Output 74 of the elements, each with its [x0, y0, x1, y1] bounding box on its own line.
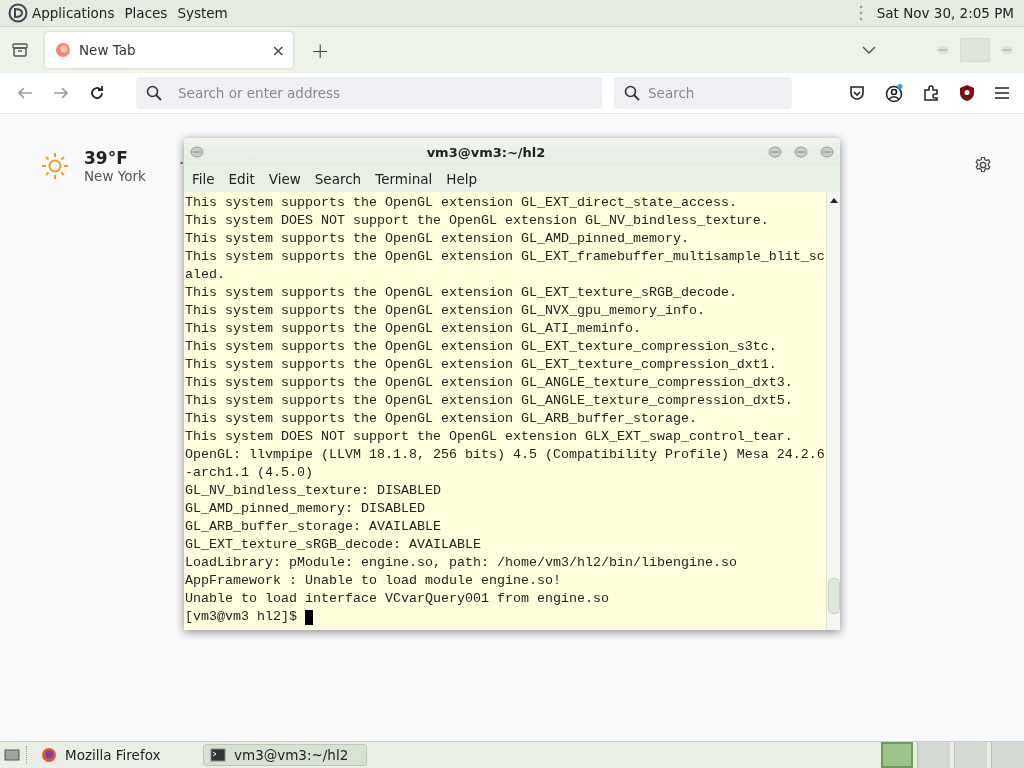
puzzle-icon[interactable] — [922, 84, 940, 102]
maximize-icon[interactable] — [794, 146, 808, 158]
shell-prompt: [vm3@vm3 hl2]$ — [185, 608, 297, 626]
clock[interactable]: Sat Nov 30, 2:05 PM — [876, 5, 1014, 21]
scrollbar[interactable] — [826, 192, 840, 630]
close-tab-button[interactable]: × — [271, 40, 285, 60]
output-line: -arch1.1 (4.5.0) — [185, 464, 314, 482]
taskbar-button[interactable]: Mozilla Firefox — [35, 744, 199, 766]
output-line: This system supports the OpenGL extension GL_NVX_gpu_memory_info. — [185, 302, 706, 320]
pocket-icon[interactable] — [848, 84, 866, 102]
menu-item[interactable]: Help — [446, 171, 478, 187]
output-line: This system supports the OpenGL extension GL_ANGLE_texture_compression_dxt3. — [185, 374, 794, 392]
output-line: GL_NV_bindless_texture: DISABLED — [185, 482, 442, 500]
menu-item[interactable]: File — [192, 171, 215, 187]
account-icon[interactable] — [884, 83, 904, 103]
output-line: This system supports the OpenGL extension GL_EXT_texture_compression_s3tc. — [185, 338, 778, 356]
output-line: This system supports the OpenGL extension GL_EXT_texture_compression_dxt1. — [185, 356, 778, 374]
output-line: This system supports the OpenGL extension GL_EXT_texture_sRGB_decode. — [185, 284, 738, 302]
output-line: This system supports the OpenGL extension GL_EXT_framebuffer_multisample_blit_sc — [185, 248, 826, 266]
forward-icon[interactable] — [52, 85, 70, 101]
city-name: New York — [84, 168, 146, 184]
output-line: GL_ARB_buffer_storage: AVAILABLE — [185, 518, 442, 536]
reload-icon[interactable] — [88, 84, 106, 102]
output-line: Unable to load interface VCvarQuery001 from engine.so — [185, 590, 610, 608]
search-field[interactable]: Search — [646, 84, 782, 102]
browser-tab[interactable]: New Tab × — [45, 32, 293, 68]
panel-menu[interactable]: Places — [124, 5, 168, 21]
address-field[interactable]: Search or enter address — [176, 84, 592, 102]
menu-item[interactable]: Terminal — [375, 171, 433, 187]
output-line: This system supports the OpenGL extension GL_AMD_pinned_memory. — [185, 230, 690, 248]
output-line: aled. — [185, 266, 226, 284]
window-button-icon[interactable] — [1000, 45, 1014, 55]
chevron-down-icon[interactable] — [862, 45, 876, 55]
menu-item[interactable]: Search — [314, 171, 362, 187]
minimize-icon[interactable] — [768, 146, 782, 158]
output-line: This system DOES NOT support the OpenGL extension GL_NV_bindless_texture. — [185, 212, 770, 230]
output-line: This system supports the OpenGL extension GL_ARB_buffer_storage. — [185, 410, 698, 428]
window-title: vm3@vm3:~/hl2 — [425, 144, 547, 160]
menu-icon[interactable] — [994, 86, 1010, 100]
output-line: GL_EXT_texture_sRGB_decode: AVAILABLE — [185, 536, 482, 554]
output-line: GL_AMD_pinned_memory: DISABLED — [185, 500, 426, 518]
output-line: LoadLibrary: pModule: engine.so, path: /home/vm3/hl2/bin/libengine.so — [185, 554, 738, 572]
settings-icon[interactable] — [974, 156, 992, 174]
text-cursor — [305, 609, 313, 625]
shield-icon[interactable] — [958, 84, 976, 102]
output-line: This system supports the OpenGL extension GL_ATI_meminfo. — [185, 320, 642, 338]
output-line: This system supports the OpenGL extension GL_ANGLE_texture_compression_dxt5. — [185, 392, 794, 410]
scroll-up-icon[interactable] — [828, 196, 839, 204]
temperature: 39°F — [84, 148, 129, 168]
workspace-button[interactable] — [881, 742, 913, 768]
panel-menu[interactable]: System — [177, 5, 228, 21]
address-bar[interactable]: Search or enter address — [136, 77, 602, 109]
new-tab-button[interactable]: + — [311, 37, 330, 63]
taskbar-button[interactable]: vm3@vm3:~/hl2 — [203, 744, 367, 766]
scroll-thumb[interactable] — [827, 578, 840, 614]
output-line: OpenGL: llvmpipe (LLVM 18.1.8, 256 bits) 4.5 (Compatibility Profile) Mesa 24.2.6 — [185, 446, 826, 464]
search-icon — [146, 85, 162, 101]
window-button-icon[interactable] — [936, 45, 950, 55]
handle-icon — [858, 4, 863, 22]
menu-item[interactable]: View — [268, 171, 301, 187]
search-icon — [624, 85, 640, 101]
output-line: This system DOES NOT support the OpenGL extension GLX_EXT_swap_control_tear. — [185, 428, 794, 446]
panel-menu[interactable]: Applications — [32, 5, 115, 21]
menu-item[interactable]: Edit — [228, 171, 255, 187]
close-icon[interactable] — [820, 146, 834, 158]
spiral-logo-icon[interactable] — [8, 3, 28, 23]
output-line: AppFramework : Unable to load module engine.so! — [185, 572, 562, 590]
terminal-icon — [210, 748, 226, 762]
output-line: This system supports the OpenGL extension GL_EXT_direct_state_access. — [185, 194, 738, 212]
sun-icon — [40, 151, 70, 181]
back-icon[interactable] — [16, 85, 34, 101]
tray-icon[interactable] — [11, 41, 29, 59]
search-bar[interactable]: Search — [614, 77, 792, 109]
desktop-icon[interactable] — [4, 748, 20, 762]
